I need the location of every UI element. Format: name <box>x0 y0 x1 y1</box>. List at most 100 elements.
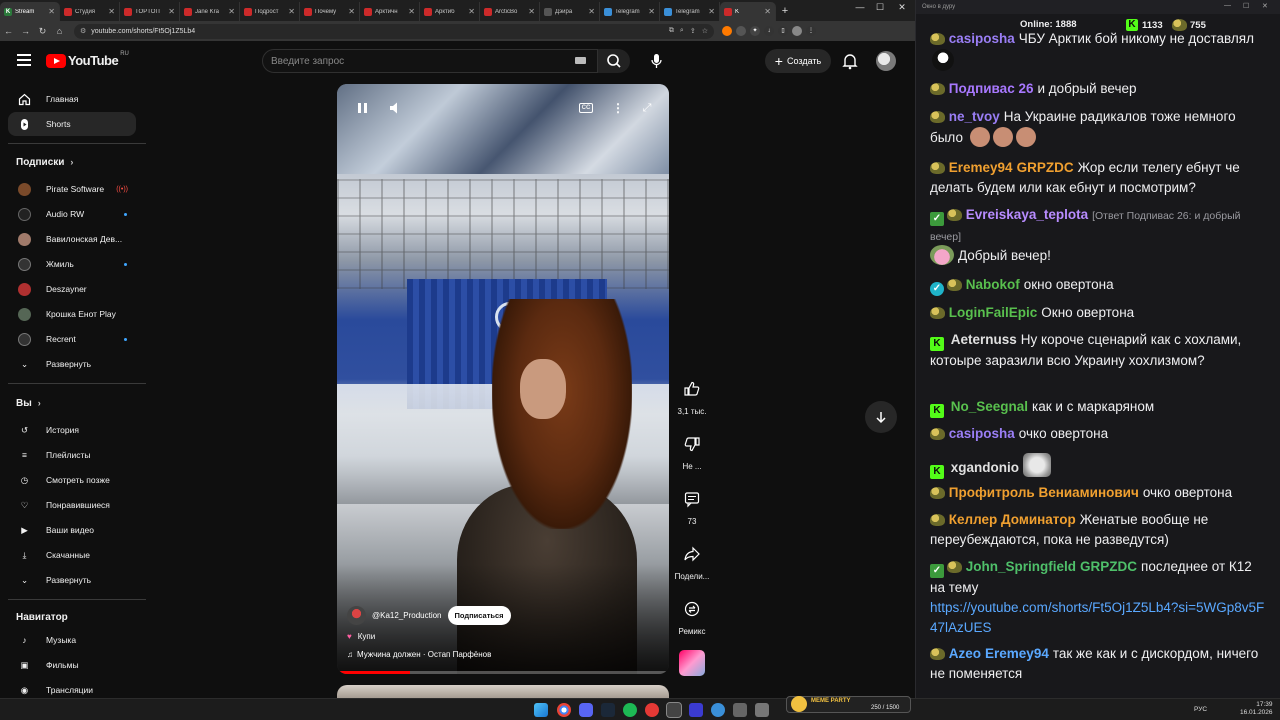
sidebar-item-live[interactable]: ◉ Трансляции <box>8 678 136 698</box>
share-page-icon[interactable]: ⇪ <box>690 27 696 35</box>
close-icon[interactable]: ✕ <box>288 7 295 16</box>
chat-nick[interactable]: Aeternuss <box>951 332 1017 347</box>
tab-stream[interactable]: K Stream ✕ <box>0 2 60 21</box>
sidebar-expand-you[interactable]: ⌄ Развернуть <box>8 568 136 592</box>
tab-top[interactable]: TOPTOП ✕ <box>120 2 180 21</box>
minimize-icon[interactable]: — <box>850 2 870 12</box>
sidebar-channel[interactable]: Крошка Енот Play <box>8 302 136 326</box>
install-icon[interactable]: ⧉ <box>669 27 674 35</box>
search-input[interactable]: Введите запрос <box>262 49 598 73</box>
sidebar-channel[interactable]: Audio RW <box>8 202 136 226</box>
comments-button[interactable]: 73 <box>672 485 712 526</box>
tab-deira[interactable]: Дэйра ✕ <box>540 2 600 21</box>
chat-mention[interactable]: GRPZDC <box>1080 559 1137 574</box>
close-icon[interactable]: ✕ <box>708 7 715 16</box>
close-icon[interactable]: ✕ <box>348 7 355 16</box>
chat-nick[interactable]: Evreiskaya_teplota <box>966 207 1088 222</box>
account-avatar[interactable] <box>876 51 896 71</box>
chat-nick[interactable]: Профитроль Вениаминович <box>949 485 1139 500</box>
extension-icon[interactable] <box>722 26 732 36</box>
sound-thumbnail[interactable] <box>679 650 705 676</box>
profile-icon[interactable] <box>792 26 802 36</box>
sidebar-item-downloads[interactable]: ⤓ Скачанные <box>8 543 136 567</box>
search-button[interactable] <box>598 49 630 73</box>
zoom-icon[interactable]: ⌕ <box>680 27 684 35</box>
discord-icon[interactable] <box>579 703 593 717</box>
sidebar-channel[interactable]: Pirate Software ((•)) <box>8 177 136 201</box>
you-heading[interactable]: Вы › <box>16 398 41 409</box>
language-indicator[interactable]: РУС <box>1194 706 1207 713</box>
next-short-button[interactable] <box>865 401 897 433</box>
sidebar-channel[interactable]: Жмиль <box>8 252 136 276</box>
tab-jane[interactable]: Jane Kra ✕ <box>180 2 240 21</box>
menu-dots-icon[interactable]: ⋮ <box>806 26 816 36</box>
next-short-preview[interactable] <box>337 685 669 698</box>
new-tab-button[interactable]: + <box>776 2 794 21</box>
site-info-icon[interactable]: ⚙ <box>80 27 86 35</box>
clock[interactable]: 17:39 16.01.2026 <box>1240 701 1273 717</box>
telegram-icon[interactable] <box>711 703 725 717</box>
notifications-button[interactable] <box>840 51 860 71</box>
chat-nick[interactable]: Подпивас 26 <box>949 81 1034 96</box>
sidebar-expand-subscriptions[interactable]: ⌄ Развернуть <box>8 352 136 376</box>
tab-studio[interactable]: Студия ✕ <box>60 2 120 21</box>
sidebar-channel[interactable]: Deszayner <box>8 277 136 301</box>
spotify-icon[interactable] <box>623 703 637 717</box>
close-icon[interactable]: ✕ <box>468 7 475 16</box>
sidebar-item-history[interactable]: ↺ История <box>8 418 136 442</box>
close-icon[interactable]: ✕ <box>48 7 55 16</box>
sidebar-item-your-videos[interactable]: ▶ Ваши видео <box>8 518 136 542</box>
address-bar[interactable]: ⚙ youtube.com/shorts/Ft5Oj1Z5Lb4 ⧉ ⌕ ⇪ ☆ <box>74 23 714 39</box>
maximize-icon[interactable]: ☐ <box>1243 2 1249 10</box>
bookmark-star-icon[interactable]: ☆ <box>702 27 708 35</box>
chat-nick[interactable]: John_Springfield <box>966 559 1076 574</box>
close-icon[interactable]: ✕ <box>764 7 771 16</box>
app-icon[interactable] <box>733 703 747 717</box>
chat-nick[interactable]: Nabokof <box>966 277 1020 292</box>
maximize-icon[interactable]: ☐ <box>870 2 890 13</box>
create-button[interactable]: + Создать <box>765 49 831 73</box>
sidebar-item-playlists[interactable]: ≡ Плейлисты <box>8 443 136 467</box>
steam-icon[interactable] <box>601 703 615 717</box>
windows-start-icon[interactable] <box>534 703 548 717</box>
chat-nick[interactable]: xgandonio <box>951 460 1019 475</box>
subscriptions-heading[interactable]: Подписки › <box>16 157 73 168</box>
subscribe-button[interactable]: Подписаться <box>447 606 511 625</box>
chat-nick[interactable]: Келлер Доминатор <box>949 512 1076 527</box>
close-icon[interactable]: ✕ <box>228 7 235 16</box>
more-vertical-icon[interactable]: ⋮ <box>610 100 626 116</box>
chrome-icon[interactable] <box>557 703 571 717</box>
sidebar-item-watch-later[interactable]: ◷ Смотреть позже <box>8 468 136 492</box>
progress-bar[interactable] <box>337 671 669 674</box>
volume-icon[interactable] <box>388 100 404 116</box>
close-icon[interactable]: ✕ <box>108 7 115 16</box>
tab-telegram-1[interactable]: Telegram ✕ <box>600 2 660 21</box>
fullscreen-icon[interactable]: ⤢ <box>639 100 655 116</box>
keyboard-icon[interactable] <box>575 57 586 64</box>
close-icon[interactable]: ✕ <box>528 7 535 16</box>
sidebar-channel[interactable]: Recrent <box>8 327 136 351</box>
pause-icon[interactable] <box>354 100 370 116</box>
menu-hamburger-icon[interactable] <box>17 54 31 66</box>
close-icon[interactable]: ✕ <box>588 7 595 16</box>
chat-mention[interactable]: GRPZDC <box>1017 160 1074 175</box>
channel-name[interactable]: @Ka12_Production <box>372 611 442 620</box>
extensions-puzzle-icon[interactable]: ✦ <box>750 26 760 36</box>
chat-nick[interactable]: ne_tvoy <box>949 109 1000 124</box>
reload-icon[interactable]: ↻ <box>34 26 51 37</box>
minimize-icon[interactable]: — <box>1224 2 1231 9</box>
tab-arctic-2[interactable]: Арктиб ✕ <box>420 2 480 21</box>
download-icon[interactable]: ↓ <box>764 26 774 36</box>
shorts-player[interactable]: CC ⋮ ⤢ @Ka12_Production Подписаться ♥ Куп… <box>337 84 669 674</box>
back-icon[interactable]: ← <box>0 26 17 36</box>
chat-nick[interactable]: casiposha <box>949 426 1015 441</box>
home-browser-icon[interactable]: ⌂ <box>51 26 68 36</box>
music-row[interactable]: ♫ Мужчина должен · Остап Парфёнов <box>347 650 491 659</box>
close-window-icon[interactable]: ✕ <box>1262 2 1268 10</box>
sidebar-channel[interactable]: Вавилонская Дев... <box>8 227 136 251</box>
app-icon[interactable] <box>689 703 703 717</box>
close-window-icon[interactable]: ✕ <box>892 2 912 13</box>
sidebar-item-shorts[interactable]: Shorts <box>8 112 136 136</box>
sidebar-item-music[interactable]: ♪ Музыка <box>8 628 136 652</box>
captions-icon[interactable]: CC <box>579 103 593 113</box>
